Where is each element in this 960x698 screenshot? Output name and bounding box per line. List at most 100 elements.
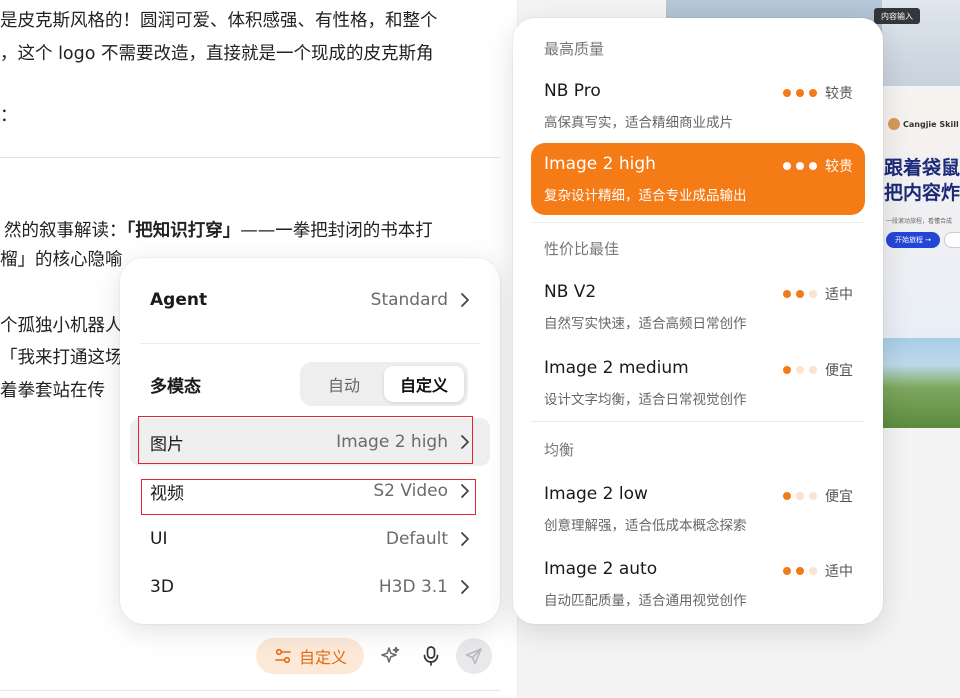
preview-headline-line: 跟着袋鼠: [884, 157, 960, 179]
cost-indicator: 较贵: [783, 83, 853, 103]
menu-item-3d[interactable]: 3D H3D 3.1: [130, 563, 490, 611]
model-description: 复杂设计精细，适合专业成品输出: [544, 188, 747, 204]
model-name: NB Pro: [544, 81, 601, 101]
menu-item-ui[interactable]: UI Default: [130, 515, 490, 563]
chat-text-bold: 「把知识打穿」: [126, 221, 241, 241]
chevron-right-icon: [461, 293, 469, 307]
sparkle-icon: [381, 646, 400, 663]
chat-text-line: 榴」的核心隐喻: [0, 250, 123, 270]
toggle-auto[interactable]: 自动: [304, 366, 384, 402]
send-icon: [465, 648, 482, 665]
menu-item-image[interactable]: 图片 Image 2 high: [130, 418, 490, 466]
chat-text-line: 是皮克斯风格的！圆润可爱、体积感强、有性格，和整个: [0, 11, 438, 31]
cost-dot-filled: [809, 89, 817, 97]
menu-item-value: Image 2 high: [336, 432, 448, 452]
model-name: Image 2 medium: [544, 358, 689, 378]
section-title: 均衡: [544, 441, 575, 459]
model-name: NB V2: [544, 282, 597, 302]
model-option-selected[interactable]: Image 2 high 复杂设计精细，适合专业成品输出 较贵: [531, 143, 865, 215]
cost-indicator: 便宜: [783, 360, 853, 380]
cost-dot-empty: [809, 290, 817, 298]
chat-text-line: 「我来打通这场: [0, 348, 123, 368]
menu-item-label: 3D: [150, 577, 174, 597]
model-name: Image 2 auto: [544, 559, 658, 579]
chat-text-line: 着拳套站在传: [0, 381, 105, 401]
preview-scene-image: [882, 338, 960, 428]
microphone-icon: [423, 646, 439, 666]
model-description: 自动匹配质量，适合通用视觉创作: [544, 593, 747, 609]
menu-item-value: S2 Video: [373, 481, 448, 501]
menu-item-value: Default: [385, 529, 448, 549]
cost-label: 较贵: [825, 159, 853, 175]
custom-mode-label: 自定义: [298, 648, 347, 667]
kangaroo-logo-icon: [888, 118, 900, 130]
cost-dot-filled: [796, 567, 804, 575]
chat-text-line: 然的叙事解读：「把知识打穿」——一拳把封闭的书本打: [4, 218, 433, 244]
preview-page-card[interactable]: Cangjie Skill 跟着袋鼠把内容炸 一段滚动旅程，看懂合成 开始旅程 …: [882, 92, 960, 428]
custom-mode-button[interactable]: 自定义: [256, 638, 364, 674]
image-model-picker: 最高质量 NB Pro 高保真写实，适合精细商业成片 较贵 Image 2 hi…: [513, 18, 883, 624]
menu-item-label: UI: [150, 529, 168, 549]
model-option[interactable]: Image 2 medium 设计文字均衡，适合日常视觉创作 便宜: [531, 347, 865, 419]
preview-subtitle: 一段滚动旅程，看懂合成: [886, 218, 953, 225]
sliders-icon: [275, 648, 291, 664]
preview-cta-button: 开始旅程 →: [886, 232, 940, 248]
menu-item-agent[interactable]: Agent Standard: [130, 276, 490, 324]
cost-dot-filled: [783, 89, 791, 97]
cost-dot-filled: [783, 290, 791, 298]
menu-item-video[interactable]: 视频 S2 Video: [130, 467, 490, 515]
multimodal-mode-toggle: 自动 自定义: [300, 362, 468, 406]
section-title: 性价比最佳: [544, 240, 620, 258]
cost-dot-filled: [796, 162, 804, 170]
cost-label: 适中: [825, 287, 853, 303]
chat-text-segment: 然的叙事解读：: [4, 221, 127, 241]
cost-dots: [783, 290, 817, 298]
cost-dot-filled: [809, 162, 817, 170]
menu-item-value: H3D 3.1: [378, 577, 448, 597]
model-name: Image 2 low: [544, 484, 648, 504]
model-option[interactable]: Image 2 auto 自动匹配质量，适合通用视觉创作 适中: [531, 548, 865, 620]
cost-dot-filled: [783, 162, 791, 170]
chevron-right-icon: [461, 532, 469, 546]
magic-button[interactable]: [372, 638, 408, 674]
cost-dot-filled: [796, 290, 804, 298]
cost-dots: [783, 366, 817, 374]
preview-brand-name: Cangjie Skill: [903, 119, 959, 129]
cost-indicator: 适中: [783, 284, 853, 304]
divider: [0, 157, 500, 158]
cost-label: 适中: [825, 564, 853, 580]
menu-divider: [140, 343, 480, 344]
preview-headline-line: 把内容炸: [884, 182, 960, 204]
menu-item-label: Agent: [150, 290, 208, 310]
cost-indicator: 适中: [783, 561, 853, 581]
cost-dots: [783, 492, 817, 500]
generation-settings-menu: Agent Standard 多模态 自动 自定义 图片 Image 2 hig…: [120, 258, 500, 624]
cost-dots: [783, 567, 817, 575]
cost-dots: [783, 162, 817, 170]
chevron-right-icon: [461, 435, 469, 449]
cost-indicator: 较贵: [783, 156, 853, 176]
model-name: Image 2 high: [544, 154, 656, 174]
send-button[interactable]: [456, 638, 492, 674]
menu-item-value: Standard: [370, 290, 448, 310]
preview-headline: 跟着袋鼠 把内容炸: [884, 156, 960, 206]
model-description: 创意理解强，适合低成本概念探索: [544, 518, 747, 534]
cost-dot-filled: [783, 366, 791, 374]
model-option[interactable]: NB V2 自然写实快速，适合高频日常创作 适中: [531, 271, 865, 343]
model-description: 设计文字均衡，适合日常视觉创作: [544, 392, 747, 408]
section-divider: [531, 421, 865, 422]
model-option[interactable]: NB Pro 高保真写实，适合精细商业成片 较贵: [531, 70, 865, 142]
mic-button[interactable]: [413, 638, 449, 674]
model-description: 高保真写实，适合精细商业成片: [544, 115, 733, 131]
preview-badge: 内容输入: [874, 8, 920, 24]
chat-text-segment: ——一拳把封闭的书本打: [240, 221, 433, 241]
chat-text-line: ，这个 logo 不需要改造，直接就是一个现成的皮克斯角: [0, 44, 434, 64]
cost-label: 便宜: [825, 363, 853, 379]
model-option[interactable]: Image 2 low 创意理解强，适合低成本概念探索 便宜: [531, 473, 865, 545]
menu-item-label: 多模态: [150, 376, 201, 397]
chevron-right-icon: [461, 484, 469, 498]
cost-dot-empty: [809, 366, 817, 374]
toggle-custom[interactable]: 自定义: [384, 366, 464, 402]
section-divider: [531, 222, 865, 223]
cost-label: 便宜: [825, 489, 853, 505]
